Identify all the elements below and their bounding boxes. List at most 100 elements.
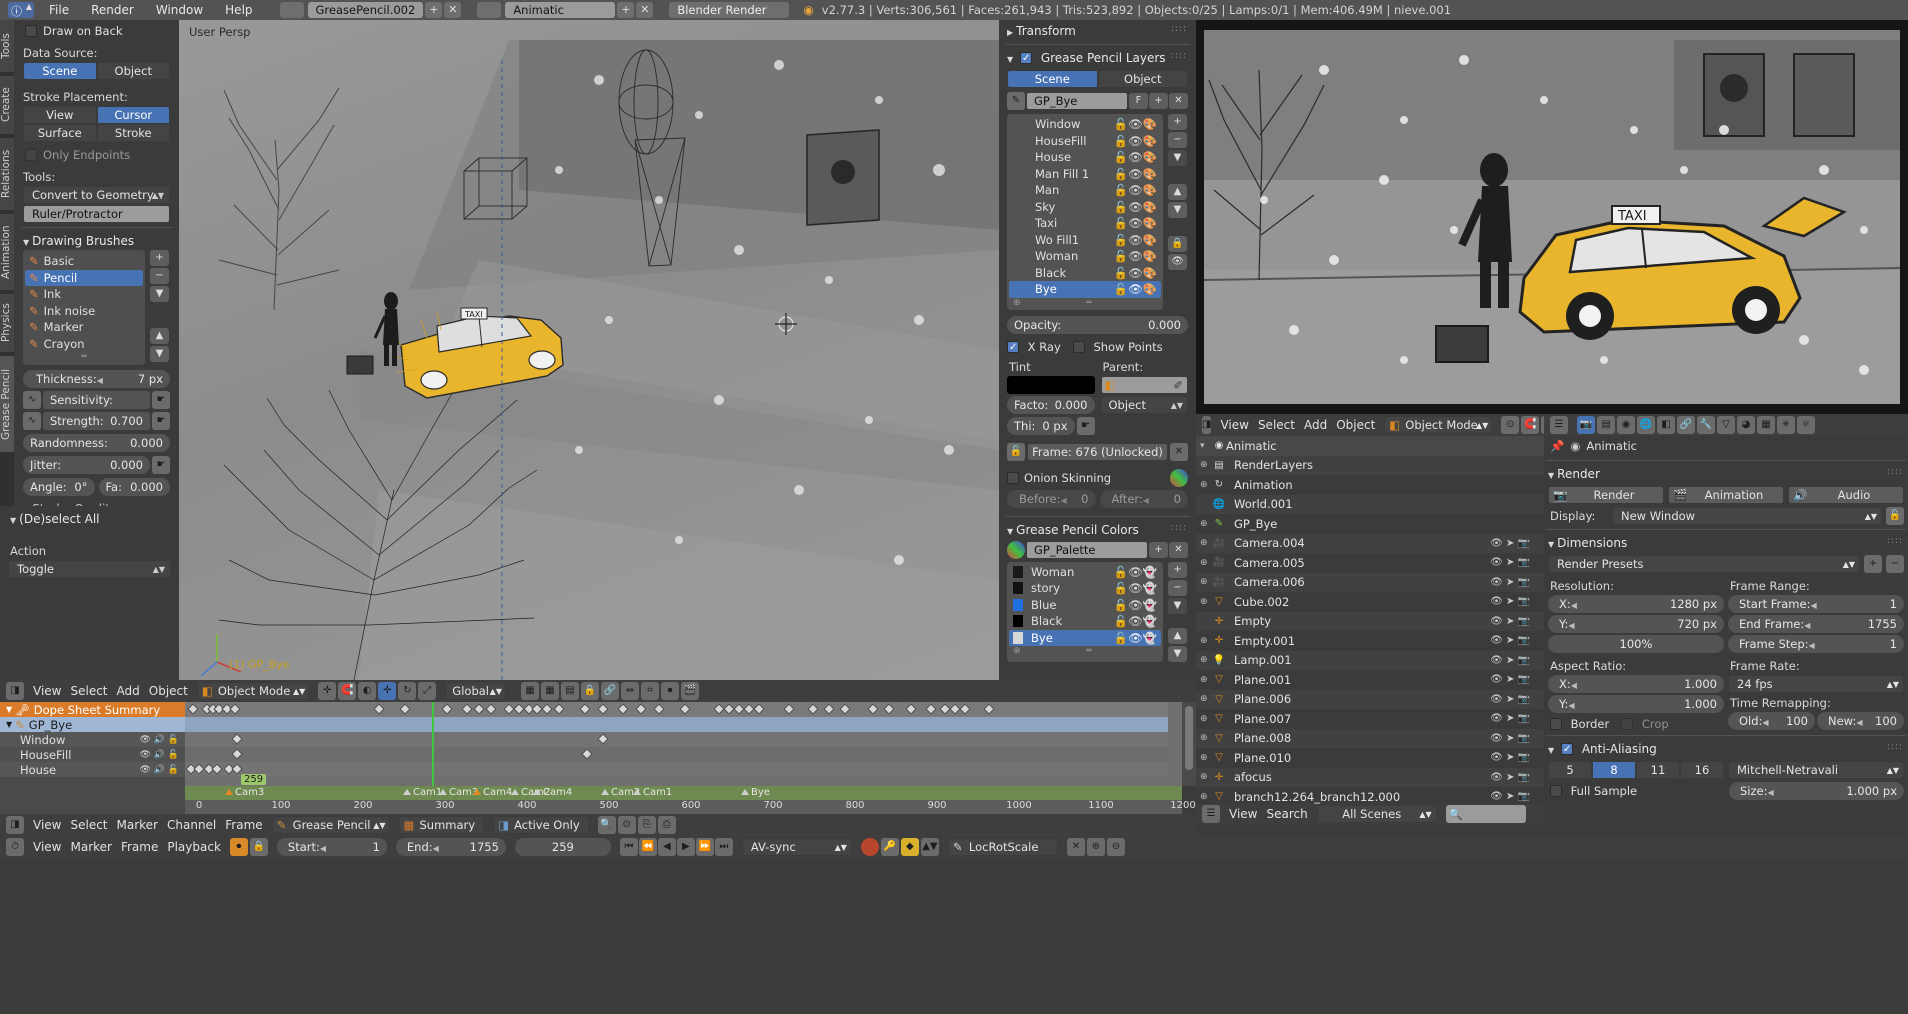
tab-grease-pencil[interactable]: Grease Pencil (0, 356, 14, 452)
dope-footer-view[interactable]: View (33, 818, 61, 832)
data-source-scene-button[interactable]: Scene (23, 62, 97, 80)
drag-handle[interactable]: :::: (1887, 536, 1903, 546)
previous-keyframe-button[interactable]: ⏪ (638, 838, 657, 856)
expand-icon[interactable]: ⊕ (1200, 675, 1212, 685)
resolution-x-field[interactable]: ◀ X: 1280 px (1548, 595, 1724, 613)
gp-layer-row[interactable]: Window 🔓👁🎨 (1009, 116, 1161, 133)
aa-filter-dropdown[interactable]: Mitchell-Netravali ▲▼ (1728, 761, 1904, 779)
outliner-row[interactable]: ⊕ ▽ Cube.002 👁 ➤ 📷 (1196, 592, 1544, 612)
dope-object-mode-dropdown[interactable]: ◧ Object Mode ▲▼ (196, 682, 310, 700)
outliner-search-input[interactable]: 🔍 (1445, 805, 1526, 823)
active-only-toggle-button[interactable]: ◨ Active Only (493, 816, 589, 834)
editor-type-icon[interactable]: ⏱ (6, 838, 24, 856)
channel-gp-object[interactable]: ▼ ✎ GP_Bye (0, 717, 185, 732)
marker-triangle[interactable] (225, 789, 233, 795)
outliner-row[interactable]: ⊕ 💡 Lamp.001 👁 ➤ 📷 (1196, 650, 1544, 670)
fake-user-button[interactable]: F (1129, 93, 1148, 109)
outliner-row[interactable]: ⊕ ▤ RenderLayers (1196, 455, 1544, 475)
scene-name-field[interactable]: Animatic (505, 2, 616, 18)
layer-toggles[interactable]: 🔓👁🎨 (1114, 249, 1157, 263)
marker-triangle[interactable] (473, 789, 481, 795)
outliner-visibility-toggles[interactable]: 👁 ➤ 📷 (1490, 752, 1544, 763)
keyframe[interactable] (867, 703, 879, 715)
dope-footer-select[interactable]: Select (70, 818, 107, 832)
copy-keys-icon[interactable]: ⎘ (637, 816, 656, 834)
vertical-scrollbar[interactable] (1182, 702, 1196, 786)
keyframe[interactable] (373, 703, 385, 715)
keying-set-icon[interactable]: 🔑 (880, 838, 899, 856)
outliner-menu-object[interactable]: Object (1336, 418, 1375, 432)
sensitivity-slider[interactable]: Sensitivity: 1.000 (43, 391, 150, 409)
expand-icon[interactable]: ⊕ (1200, 694, 1212, 704)
end-frame-input[interactable]: ◀ End: 1755 (395, 838, 506, 856)
screen-name-field[interactable]: GreasePencil.002 (307, 2, 424, 18)
brush-item-marker[interactable]: ✎ Marker (25, 319, 143, 336)
outliner-visibility-toggles[interactable]: 👁 ➤ 📷 (1490, 713, 1544, 724)
gp-color-row[interactable]: Woman 🔓👁👻 (1009, 564, 1161, 581)
start-frame-field[interactable]: ◀ Start Frame: 1 (1728, 595, 1904, 613)
full-sample-checkbox[interactable] (1550, 785, 1562, 797)
tab-tools[interactable]: Tools (0, 20, 14, 72)
gp-layer-row[interactable]: Man Fill 1 🔓👁🎨 (1009, 166, 1161, 183)
keying-lock-icon[interactable]: 🔒 (249, 838, 268, 856)
action-dropdown[interactable]: Toggle ▲▼ (8, 560, 171, 578)
manipulator-translate-icon[interactable]: ✛ (378, 682, 397, 700)
jitter-slider[interactable]: Jitter: 0.000 (23, 456, 150, 474)
gp-frame-field[interactable]: Frame: 676 (Unlocked) (1027, 442, 1168, 461)
expand-icon[interactable]: ⊕ (1200, 636, 1212, 646)
stroke-placement-cursor-button[interactable]: Cursor (96, 106, 170, 124)
opacity-slider[interactable]: Opacity: 0.000 (1007, 315, 1188, 334)
x-ray-checkbox[interactable] (1007, 340, 1019, 353)
keyframe-row-housefill[interactable] (185, 747, 1168, 762)
channel-row[interactable]: HouseFill 👁 🔊 🔓 (0, 747, 185, 762)
color-toggles[interactable]: 🔓👁👻 (1114, 614, 1157, 628)
channel-toggles[interactable]: 👁 🔊 🔓 (139, 765, 179, 775)
outliner-row[interactable]: ⊕ ✛ afocus 👁 ➤ 📷 (1196, 767, 1544, 787)
expand-icon[interactable]: ⊕ (1200, 772, 1212, 782)
dope-menu-add[interactable]: Add (117, 684, 140, 698)
display-lock-icon[interactable]: 🔓 (1886, 507, 1904, 525)
pin-icon[interactable]: 📌 (1550, 439, 1564, 453)
marker-triangle[interactable] (511, 789, 519, 795)
keyframe[interactable] (925, 703, 937, 715)
keyframe-type-dropdown[interactable]: ▲▼ (920, 838, 939, 856)
outliner-row[interactable]: ⊕ ↻ Animation (1196, 475, 1544, 495)
tint-color-swatch[interactable] (1007, 375, 1095, 394)
keyframe[interactable] (883, 703, 895, 715)
delete-frame-icon[interactable]: ✕ (1170, 442, 1188, 461)
expand-icon[interactable]: ⊕ (1200, 577, 1212, 587)
aspect-x-field[interactable]: ◀ X: 1.000 (1548, 675, 1724, 693)
color-wheel-icon[interactable] (1170, 468, 1188, 487)
gp-source-scene-button[interactable]: Scene (1007, 70, 1098, 88)
pivot-icon[interactable]: ⊙ (1501, 416, 1520, 434)
jump-to-end-button[interactable]: ⏭ (714, 838, 733, 856)
brush-item-basic[interactable]: ✎ Basic (25, 253, 143, 270)
3d-viewport[interactable]: TAXI User Persp (1) GP_Bye (179, 20, 999, 680)
anti-aliasing-panel-header[interactable]: ▼ Anti-Aliasing :::: (1544, 740, 1908, 758)
outliner-visibility-toggles[interactable]: 👁 ➤ 📷 (1490, 772, 1544, 783)
gp-layer-list[interactable]: Window 🔓👁🎨 HouseFill 🔓👁🎨 House 🔓👁🎨 Man Fill… (1007, 114, 1163, 310)
gp-layer-row[interactable]: Black 🔓👁🎨 (1009, 265, 1161, 282)
render-engine-select[interactable]: Blender Render (669, 2, 790, 18)
keying-set-dropdown[interactable]: ✎ LocRotScale (947, 838, 1058, 856)
remove-preset-button[interactable]: − (1886, 555, 1904, 573)
add-screen-button[interactable]: + (425, 2, 443, 18)
drag-handle[interactable]: :::: (1171, 24, 1187, 34)
layer-toggles[interactable]: 🔓👁🎨 (1114, 200, 1157, 214)
dope-menu-select[interactable]: Select (70, 684, 107, 698)
gp-colors-panel-header[interactable]: ▼ Grease Pencil Colors :::: (1003, 521, 1192, 539)
keyframe[interactable] (211, 763, 223, 775)
keyframe[interactable] (229, 703, 241, 715)
parent-object-field[interactable]: ◧ ✐ (1100, 375, 1188, 394)
onion-skinning-checkbox[interactable] (1007, 471, 1019, 484)
render-tab-icon[interactable]: 📷 (1577, 416, 1595, 434)
color-move-down-button[interactable]: ▼ (1168, 645, 1187, 662)
strength-curve-icon[interactable]: ∿ (23, 412, 41, 430)
expand-icon[interactable]: ⊕ (1200, 655, 1212, 665)
expand-icon[interactable]: ⊕ (1200, 519, 1212, 529)
keyframe[interactable] (905, 703, 917, 715)
outliner-row[interactable]: ⊕ ▽ Plane.001 👁 ➤ 📷 (1196, 670, 1544, 690)
auto-keying-icon[interactable]: ⏺ (229, 838, 248, 856)
display-mode-dropdown[interactable]: New Window ▲▼ (1612, 507, 1882, 525)
playhead[interactable] (432, 702, 434, 786)
